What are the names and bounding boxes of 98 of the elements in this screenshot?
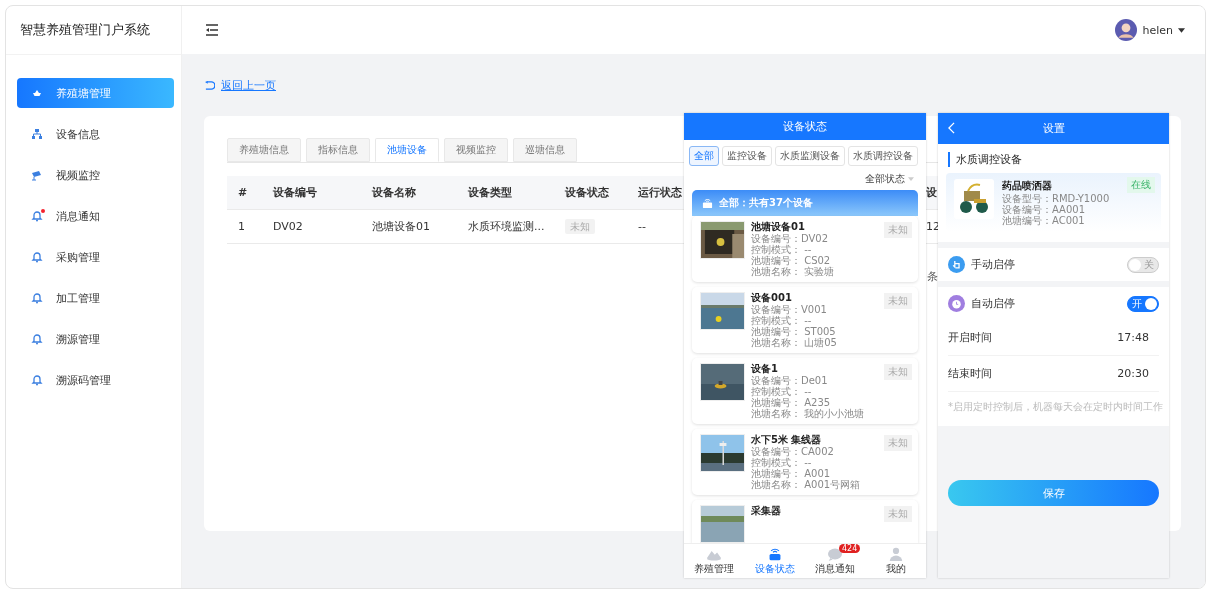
time-row[interactable]: 开启时间 17:48: [948, 320, 1159, 356]
username[interactable]: helen: [1142, 23, 1173, 37]
back-link[interactable]: 返回上一页: [221, 77, 276, 93]
bell-icon: [31, 292, 43, 304]
tab[interactable]: 养殖塘信息: [227, 138, 301, 162]
device-detail: 池塘名称： A001号网箱: [751, 479, 861, 490]
screen-header: 设备状态: [684, 113, 926, 140]
status-tag: 未知: [884, 506, 912, 522]
screen-title: 设置: [1042, 121, 1065, 136]
device-name: 设备1: [751, 363, 779, 375]
device-card[interactable]: 设备001 设备编号：V001 控制模式： -- 池塘编号： ST005 池塘名称： 山塘05 未知: [692, 287, 918, 353]
filter-chip[interactable]: 水质调控设备: [848, 146, 918, 166]
device-card[interactable]: 设备1 设备编号：De01 控制模式： -- 池塘编号： A235 池塘名称： 我的小小池塘 未知: [692, 358, 918, 424]
device-detail: 池塘名称： 山塘05: [751, 337, 837, 348]
table-cell: 1: [238, 220, 245, 233]
device-detail: 控制模式： --: [751, 457, 813, 468]
time-row[interactable]: 结束时间 20:30: [948, 356, 1159, 392]
sidebar-item[interactable]: 加工管理: [17, 283, 174, 313]
bell-icon: [31, 374, 43, 386]
menu-fold-icon[interactable]: [205, 24, 219, 36]
device-detail: 控制模式： --: [751, 315, 813, 326]
device-detail: 设备编号：V001: [751, 304, 828, 315]
sidebar-item[interactable]: 消息通知: [17, 201, 174, 231]
tab[interactable]: 指标信息: [306, 138, 370, 162]
column-header: 设备编号: [273, 186, 317, 199]
table-cell: DV02: [273, 220, 303, 233]
nav-tab[interactable]: 设备状态: [744, 544, 805, 578]
status-tag: 未知: [565, 218, 595, 234]
tab[interactable]: 巡塘信息: [513, 138, 577, 162]
device-detail: 池塘编号：AC001: [1002, 215, 1086, 226]
column-header: #: [238, 186, 248, 199]
sidebar-item[interactable]: 溯源管理: [17, 324, 174, 354]
column-header: 设备类型: [468, 186, 512, 199]
table-cell: 水质环境监测...: [468, 220, 545, 233]
column-header: 设备名称: [372, 186, 416, 199]
device-detail: 池塘编号： ST005: [751, 326, 837, 337]
tab[interactable]: 池塘设备: [375, 138, 439, 162]
status-tag: 未知: [884, 222, 912, 238]
bell-icon: [31, 333, 43, 345]
device-card[interactable]: 采集器 未知: [692, 500, 918, 543]
status-tag: 未知: [884, 435, 912, 451]
device-name: 药品喷洒器: [1002, 179, 1053, 193]
device-detail: 池塘编号： CS02: [751, 255, 832, 266]
setting-label: 自动启停: [971, 296, 1016, 311]
avatar-icon[interactable]: [1115, 19, 1138, 41]
device-detail: 池塘名称： 我的小小池塘: [751, 408, 865, 419]
device-detail: 设备型号：RMD-Y1000: [1002, 193, 1110, 204]
column-header: 运行状态: [638, 186, 682, 199]
count-badge: 424: [839, 544, 861, 553]
device-detail: 设备编号：AA001: [1002, 204, 1087, 215]
status-tag: 未知: [884, 293, 912, 309]
setting-label: 手动启停: [971, 257, 1016, 272]
device-detail: 设备编号：De01: [751, 375, 829, 386]
device-detail: 池塘名称： 实验塘: [751, 266, 835, 277]
nav-tab[interactable]: 养殖管理: [684, 544, 745, 578]
filter-chip[interactable]: 全部: [689, 146, 719, 166]
tab[interactable]: 视频监控: [444, 138, 508, 162]
column-header: 设: [926, 186, 937, 199]
toggle-switch[interactable]: 开: [1127, 295, 1159, 312]
alarm-clock-icon: [948, 295, 965, 312]
device-detail: 池塘编号： A235: [751, 397, 831, 408]
summary-text: 全部：共有37个设备: [719, 196, 813, 210]
filter-chip[interactable]: 监控设备: [722, 146, 772, 166]
router-icon: [702, 197, 713, 209]
sidebar-item[interactable]: 设备信息: [17, 119, 174, 149]
camera-icon: [31, 169, 43, 181]
device-name: 池塘设备01: [751, 221, 806, 233]
back-icon[interactable]: [948, 122, 955, 134]
pagination-text: 条: [927, 270, 938, 283]
caret-icon[interactable]: [1178, 27, 1185, 33]
device-name: 采集器: [751, 505, 781, 517]
section-title: 水质调控设备: [948, 152, 1161, 167]
status-tag: 在线: [1127, 177, 1155, 193]
device-detail: 设备编号：DV02: [751, 233, 830, 244]
status-filter[interactable]: 全部状态: [865, 172, 905, 186]
sidebar-item[interactable]: 溯源码管理: [17, 365, 174, 395]
status-tag: 未知: [884, 364, 912, 380]
bell-icon: [31, 210, 43, 222]
device-card[interactable]: 池塘设备01 设备编号：DV02 控制模式： -- 池塘编号： CS02 池塘名称： 实验塘 未知: [692, 216, 918, 282]
column-header: 设备状态: [565, 186, 609, 199]
return-icon[interactable]: [204, 80, 215, 90]
filter-chip[interactable]: 水质监测设备: [775, 146, 845, 166]
sidebar-item[interactable]: 采购管理: [17, 242, 174, 272]
device-name: 水下5米 集线器: [751, 434, 823, 446]
nav-tab[interactable]: 424 消息通知: [805, 544, 866, 578]
device-detail: 设备编号：CA002: [751, 446, 835, 457]
nav-tab[interactable]: 我的: [865, 544, 926, 578]
app-title: 智慧养殖管理门户系统: [6, 6, 181, 55]
device-detail: 控制模式： --: [751, 244, 813, 255]
device-card[interactable]: 水下5米 集线器 设备编号：CA002 控制模式： -- 池塘编号： A001 池塘名称： A001号网箱 未知: [692, 429, 918, 495]
bell-icon: [31, 251, 43, 263]
device-detail: 控制模式： --: [751, 386, 813, 397]
sidebar-item[interactable]: 视频监控: [17, 160, 174, 190]
device-name: 设备001: [751, 292, 793, 304]
network-icon: [31, 128, 43, 140]
table-cell: 池塘设备01: [372, 220, 430, 233]
table-cell: --: [638, 220, 646, 233]
device-detail: 池塘编号： A001: [751, 468, 832, 479]
